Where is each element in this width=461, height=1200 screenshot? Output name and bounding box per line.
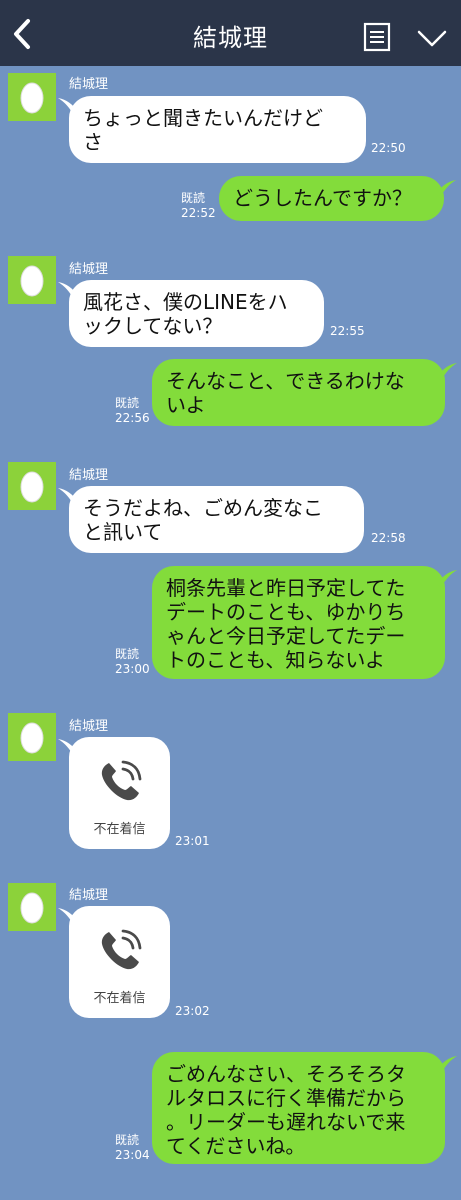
bubble-tail	[437, 570, 457, 588]
read-receipt: 既読	[115, 396, 140, 410]
sender-name: 結城理	[69, 888, 109, 903]
chat-header: 結城理	[0, 0, 461, 66]
egg-icon	[20, 265, 44, 297]
sender-name: 結城理	[69, 719, 109, 734]
message-bubble[interactable]: 風花さ、僕のLINEをハ ックしてない？	[69, 280, 324, 347]
avatar[interactable]	[8, 713, 56, 761]
message-text: そうだよね、ごめん変なこ と訊いて	[83, 496, 323, 544]
list-icon	[363, 22, 391, 52]
chevron-down-icon	[417, 30, 447, 47]
avatar[interactable]	[8, 883, 56, 931]
message-text: 桐条先輩と昨日予定してた デートのことも、ゆかりち ゃんと今日予定してたデー ト…	[166, 576, 406, 672]
message-bubble[interactable]: ごめんなさい、そろそろタ ルタロスに行く準備だから 。リーダーも遅れないで来 て…	[152, 1052, 445, 1164]
message-text: どうしたんですか？	[233, 186, 412, 210]
menu-button[interactable]	[363, 22, 391, 52]
avatar[interactable]	[8, 73, 56, 121]
avatar[interactable]	[8, 256, 56, 304]
message-text: 風花さ、僕のLINEをハ ックしてない？	[83, 290, 288, 338]
message-time: 22:52	[181, 206, 216, 220]
phone-icon	[101, 760, 142, 801]
message-bubble[interactable]: そんなこと、できるわけな いよ	[152, 359, 445, 426]
egg-icon	[20, 892, 44, 924]
message-time: 23:01	[175, 834, 210, 848]
message-bubble[interactable]: ちょっと聞きたいんだけど さ	[69, 96, 366, 163]
message-time: 22:56	[115, 411, 150, 425]
message-bubble[interactable]: そうだよね、ごめん変なこ と訊いて	[69, 486, 364, 553]
chat-title: 結城理	[193, 24, 268, 52]
message-time: 22:50	[371, 141, 406, 155]
read-receipt: 既読	[115, 1133, 140, 1147]
bubble-tail	[437, 363, 457, 381]
sender-name: 結城理	[69, 468, 109, 483]
read-receipt: 既読	[115, 647, 140, 661]
read-receipt: 既読	[181, 191, 206, 205]
message-bubble[interactable]: どうしたんですか？	[219, 176, 444, 221]
call-label: 不在着信	[93, 991, 146, 1006]
egg-icon	[20, 722, 44, 754]
message-time: 23:04	[115, 1148, 150, 1162]
sender-name: 結城理	[69, 262, 109, 277]
message-time: 22:55	[330, 324, 365, 338]
bubble-tail	[437, 1056, 457, 1074]
message-time: 22:58	[371, 531, 406, 545]
message-text: ちょっと聞きたいんだけど さ	[83, 106, 323, 154]
message-time: 23:00	[115, 662, 150, 676]
missed-call-card[interactable]: 不在着信	[69, 906, 170, 1018]
call-label: 不在着信	[93, 822, 146, 837]
avatar[interactable]	[8, 462, 56, 510]
egg-icon	[20, 471, 44, 503]
message-time: 23:02	[175, 1004, 210, 1018]
sender-name: 結城理	[69, 77, 109, 92]
message-text: そんなこと、できるわけな いよ	[166, 369, 405, 417]
collapse-button[interactable]	[417, 30, 447, 48]
egg-icon	[20, 82, 44, 114]
message-bubble[interactable]: 桐条先輩と昨日予定してた デートのことも、ゆかりち ゃんと今日予定してたデー ト…	[152, 566, 445, 679]
phone-icon	[101, 929, 142, 970]
missed-call-card[interactable]: 不在着信	[69, 737, 170, 849]
message-text: ごめんなさい、そろそろタ ルタロスに行く準備だから 。リーダーも遅れないで来 て…	[166, 1062, 406, 1158]
bubble-tail	[436, 180, 456, 198]
